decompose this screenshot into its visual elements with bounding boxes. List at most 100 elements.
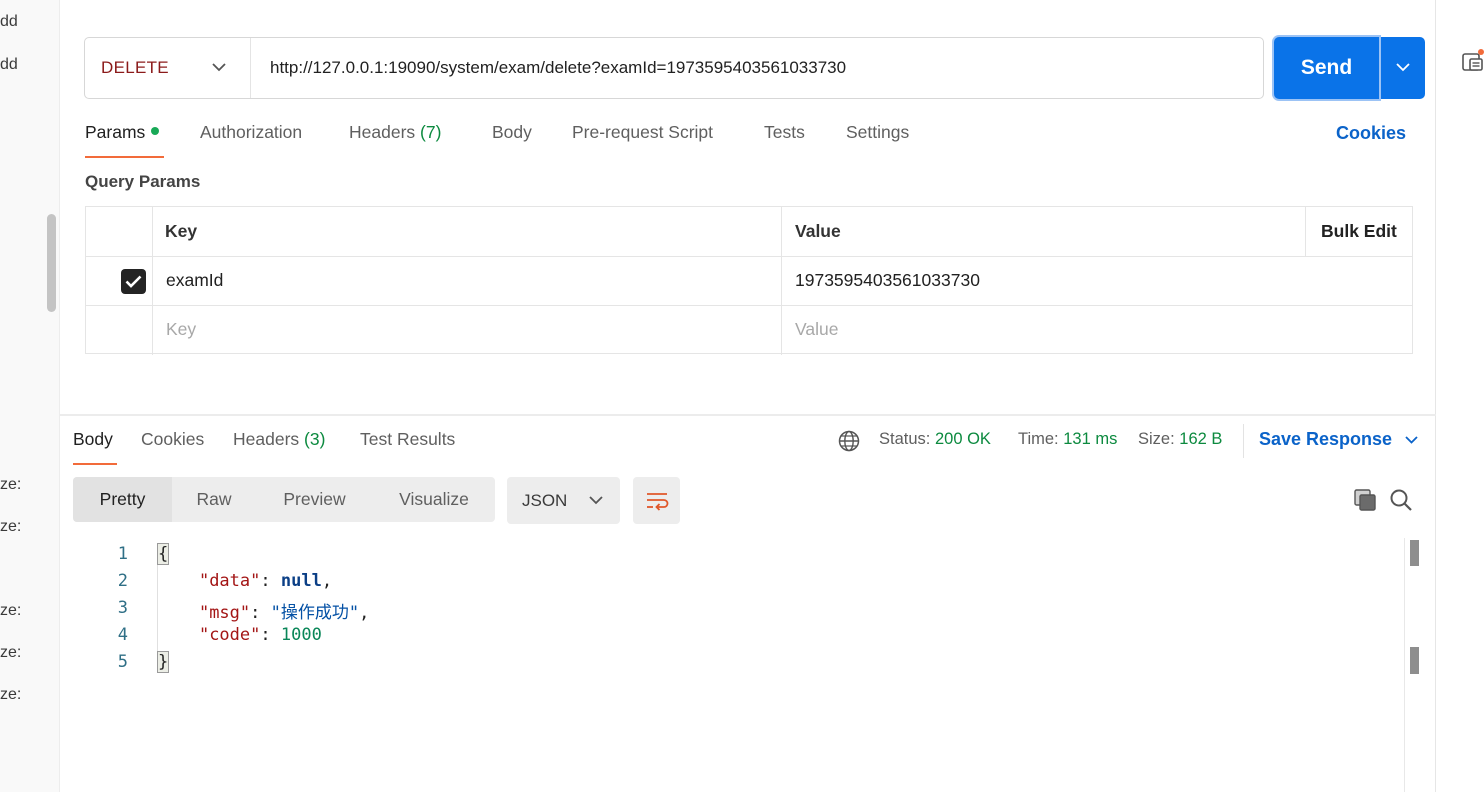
sidebar-scrollbar[interactable] (47, 214, 56, 312)
view-mode-selector: Pretty Raw Preview Visualize (73, 477, 495, 522)
close-brace: } (156, 651, 170, 673)
chevron-down-icon (1405, 428, 1418, 449)
column-divider (1305, 207, 1306, 256)
json-key: "data" (198, 571, 261, 591)
tab-label: Headers (349, 122, 416, 142)
json-value: 1000 (280, 625, 322, 645)
editor-scrollbar-marker[interactable] (1410, 647, 1419, 674)
status-label: Status: (879, 430, 931, 448)
tab-params[interactable]: Params (85, 122, 160, 143)
tab-label: Headers (233, 429, 300, 449)
column-divider (152, 207, 153, 355)
line-number: 4 (117, 625, 128, 645)
sidebar-fragment: ze: (0, 644, 22, 661)
pane-divider[interactable] (60, 414, 1436, 416)
line-number: 3 (117, 598, 128, 618)
new-param-key-input[interactable]: Key (166, 305, 196, 354)
response-headers-count: (3) (304, 429, 326, 449)
copy-icon[interactable] (1351, 486, 1379, 514)
tab-response-headers[interactable]: Headers (3) (233, 429, 325, 450)
param-enabled-checkbox[interactable] (121, 269, 146, 294)
search-icon[interactable] (1387, 486, 1415, 514)
line-number: 5 (117, 652, 128, 672)
params-active-dot (151, 127, 160, 136)
row-divider (86, 305, 1412, 306)
query-params-title: Query Params (85, 172, 201, 191)
active-response-tab-indicator (73, 463, 117, 465)
response-time[interactable]: Time: 131 ms (1018, 430, 1117, 449)
sidebar-fragment: ze: (0, 476, 22, 493)
response-size[interactable]: Size: 162 B (1138, 430, 1222, 449)
code-line: "msg": "操作成功", (198, 603, 370, 623)
method-select[interactable]: DELETE (85, 38, 251, 98)
method-label: DELETE (101, 58, 169, 77)
view-pretty-button[interactable]: Pretty (73, 477, 172, 522)
param-value-cell[interactable]: 1973595403561033730 (795, 256, 980, 305)
json-key: "msg" (198, 603, 251, 623)
column-divider (781, 207, 782, 355)
format-select[interactable]: JSON (507, 477, 620, 524)
code-line: "code": 1000 (198, 625, 322, 645)
sidebar-fragment: ze: (0, 602, 22, 619)
view-visualize-button[interactable]: Visualize (373, 477, 495, 522)
send-button[interactable]: Send (1274, 37, 1379, 99)
line-number: 1 (117, 544, 128, 564)
json-value: null (280, 571, 322, 591)
tab-headers[interactable]: Headers (7) (349, 122, 441, 143)
param-key-cell[interactable]: examId (166, 256, 223, 305)
code-line: "data": null, (198, 571, 333, 591)
save-response-label: Save Response (1259, 429, 1393, 449)
view-raw-button[interactable]: Raw (172, 477, 256, 522)
status-value: 200 OK (934, 430, 991, 448)
right-sidebar (1435, 0, 1484, 792)
wrap-lines-icon (645, 491, 669, 511)
new-param-value-input[interactable]: Value (795, 305, 838, 354)
query-params-table: Key Value Bulk Edit examId 1973595403561… (85, 206, 1413, 355)
save-response-button[interactable]: Save Response (1259, 429, 1418, 451)
time-value: 131 ms (1063, 430, 1118, 448)
documentation-icon[interactable] (1461, 48, 1484, 74)
sidebar-fragment: dd (0, 56, 18, 73)
meta-separator (1243, 424, 1244, 458)
chevron-down-icon (1396, 59, 1410, 77)
left-sidebar-fragment: dd dd ze: ze: ze: ze: ze: (0, 0, 60, 792)
send-options-button[interactable] (1381, 37, 1425, 99)
headers-count: (7) (420, 122, 442, 142)
tab-settings[interactable]: Settings (846, 122, 909, 143)
sidebar-fragment: ze: (0, 686, 22, 703)
sidebar-fragment: dd (0, 13, 18, 30)
row-divider (86, 256, 1412, 257)
wrap-lines-button[interactable] (633, 477, 680, 524)
bulk-edit-button[interactable]: Bulk Edit (1321, 207, 1397, 256)
open-brace: { (156, 543, 170, 565)
tab-tests[interactable]: Tests (764, 122, 805, 143)
editor-scroll-track (1404, 538, 1405, 792)
tab-body[interactable]: Body (492, 122, 532, 143)
url-input[interactable]: http://127.0.0.1:19090/system/exam/delet… (251, 58, 846, 78)
tab-prerequest-script[interactable]: Pre-request Script (572, 122, 713, 143)
tab-response-body[interactable]: Body (73, 429, 113, 450)
chevron-down-icon (589, 496, 603, 505)
json-key: "code" (198, 625, 261, 645)
cookies-link[interactable]: Cookies (1336, 123, 1406, 144)
format-label: JSON (522, 490, 568, 510)
view-preview-button[interactable]: Preview (256, 477, 373, 522)
json-value: "操作成功" (270, 603, 360, 623)
line-number: 2 (117, 571, 128, 591)
tab-label: Params (85, 122, 146, 142)
tab-test-results[interactable]: Test Results (360, 429, 455, 450)
editor-scrollbar-marker[interactable] (1410, 540, 1419, 566)
code-line: { (156, 543, 170, 565)
column-header-key: Key (165, 221, 198, 241)
chevron-down-icon (212, 59, 226, 77)
size-value: 162 B (1179, 430, 1223, 448)
tab-response-cookies[interactable]: Cookies (141, 429, 204, 450)
sidebar-fragment: ze: (0, 518, 22, 535)
active-tab-indicator (85, 156, 164, 158)
size-label: Size: (1138, 430, 1175, 448)
time-label: Time: (1018, 430, 1059, 448)
globe-icon[interactable] (838, 430, 860, 452)
tab-authorization[interactable]: Authorization (200, 122, 302, 143)
response-body-editor[interactable]: 1 2 3 4 5 { "data": null, "msg": "操作成功",… (60, 538, 1436, 792)
response-status[interactable]: Status: 200 OK (879, 430, 991, 449)
